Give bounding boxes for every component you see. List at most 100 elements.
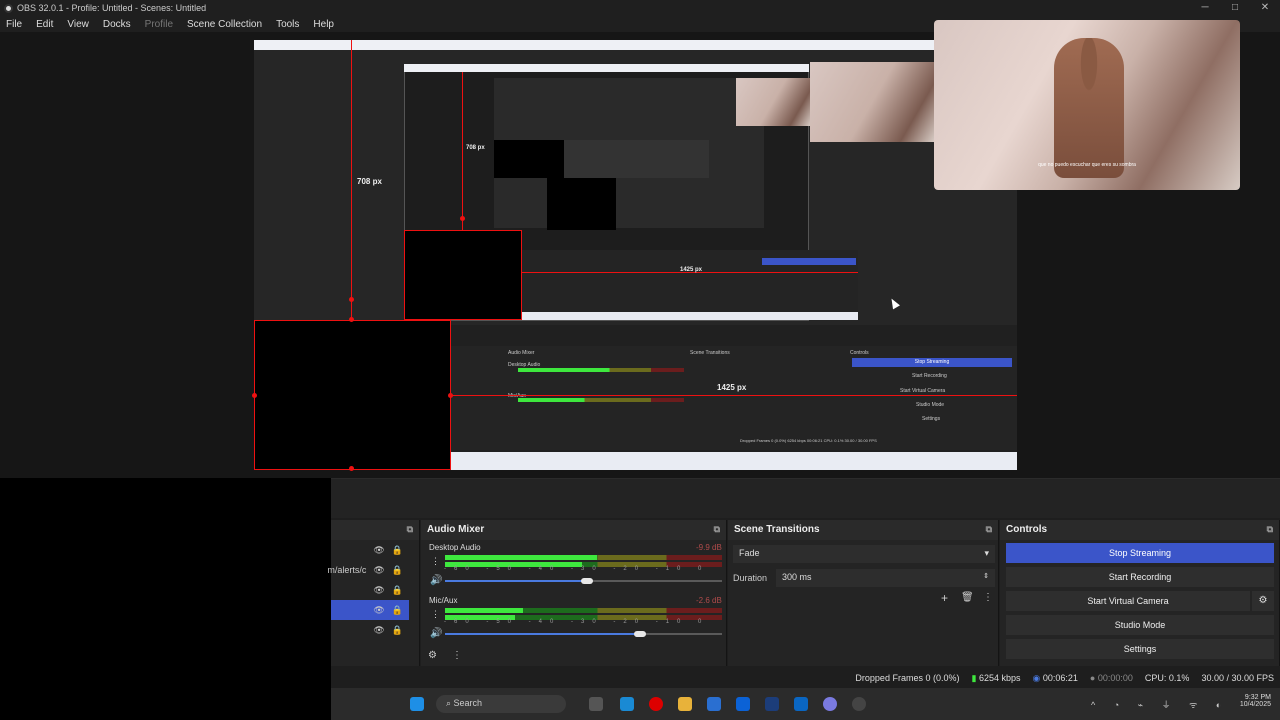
resize-handle[interactable] [349,466,354,471]
volume-slider-knob[interactable] [580,578,593,584]
outlook-icon[interactable] [794,697,808,711]
mixer-menu-icon[interactable]: ⋮ [452,650,462,661]
nested-audio-mixer-title: Audio Mixer [508,350,535,356]
visibility-eye-icon[interactable]: 👁 [373,585,384,596]
channel-menu-icon[interactable]: ⋮ [431,556,440,567]
menu-view[interactable]: View [67,19,89,30]
popout-icon[interactable]: ⧉ [1267,524,1273,536]
lock-icon[interactable]: 🔒 [392,625,403,636]
cpu-usage: CPU: 0.1% [1144,673,1190,683]
visibility-eye-icon[interactable]: 👁 [373,545,384,556]
window-controls: ─ □ ✕ [1190,0,1280,16]
menu-profile[interactable]: Profile [145,19,173,30]
studio-mode-button[interactable]: Studio Mode [1006,615,1274,635]
maximize-button[interactable]: □ [1220,0,1250,16]
lock-icon[interactable]: 🔒 [392,585,403,596]
transition-menu-icon[interactable]: ⋮ [983,592,993,603]
lock-icon[interactable]: 🔒 [392,605,403,616]
add-transition-icon[interactable]: + [941,591,948,605]
source-row[interactable]: 👁 🔒 [331,580,409,600]
rec-time: ● 00:00:00 [1090,673,1133,683]
channel-db: -9.9 dB [696,543,722,552]
source-row[interactable]: 👁 🔒 [331,540,409,560]
dropbox-icon[interactable] [736,697,750,711]
spinner-icon[interactable]: ⇕ [983,572,989,580]
lock-icon[interactable]: 🔒 [392,545,403,556]
resize-handle[interactable] [460,216,465,221]
source-row-selected[interactable]: 👁 🔒 [331,600,409,620]
system-tray[interactable]: ^ ◔ ⌁ ⏚ ᯤ ◐ [1091,698,1229,711]
stop-streaming-button[interactable]: Stop Streaming [1006,543,1274,563]
resize-handle[interactable] [349,297,354,302]
menu-tools[interactable]: Tools [276,19,299,30]
app-icon[interactable] [765,697,779,711]
stream-icon: ◉ [1032,672,1041,683]
nested-black-block-3 [494,140,564,178]
popout-icon[interactable]: ⧉ [407,524,413,536]
selected-source-box[interactable] [254,320,451,470]
dock-toolbar-strip [331,478,1280,518]
popout-icon[interactable]: ⧉ [714,524,720,536]
speaker-icon[interactable]: 🔊 [430,575,442,586]
start-recording-button[interactable]: Start Recording [1006,567,1274,587]
nested-black-block [547,178,616,230]
audio-mixer-dock: Audio Mixer ⧉ [421,520,727,666]
trash-icon[interactable]: 🗑 [961,592,974,603]
visibility-eye-icon[interactable]: 👁 [373,565,384,576]
settings-button[interactable]: Settings [1006,639,1274,659]
duration-input[interactable]: 300 ms ⇕ [776,569,995,587]
close-button[interactable]: ✕ [1250,0,1280,16]
lower-left-area [0,478,331,720]
discord-icon[interactable] [823,697,837,711]
folder-icon[interactable] [678,697,692,711]
windows-start-icon[interactable] [410,697,424,711]
stream-time: ◉ 00:06:21 [1032,673,1077,684]
nested-meter-1 [518,368,684,372]
virtual-camera-settings-icon[interactable]: ⚙ [1252,591,1274,611]
mixer-settings-icon[interactable]: ⚙ [428,650,437,661]
search-placeholder: Search [453,698,483,708]
lock-icon[interactable]: 🔒 [392,565,403,576]
menu-file[interactable]: File [6,19,22,30]
clock[interactable]: 9:32 PM 10/4/2025 [1221,694,1271,708]
nested-title-bar-2 [404,64,809,72]
visibility-eye-icon[interactable]: 👁 [373,625,384,636]
menu-help[interactable]: Help [313,19,334,30]
visibility-eye-icon[interactable]: 👁 [373,605,384,616]
taskbar-search[interactable]: ⌕ Search [436,695,566,713]
taskbar: ⌕ Search ^ ◔ ⌁ ⏚ ᯤ ◐ 9:32 PM 10/4/2025 [331,688,1280,720]
resize-handle[interactable] [252,393,257,398]
transition-select[interactable]: Fade ▾ [733,545,995,563]
volume-slider-fill [445,633,640,635]
opera-icon[interactable] [649,697,663,711]
source-row[interactable]: 👁 🔒 [331,620,409,640]
bitrate: ▮ 6254 kbps [971,673,1020,684]
search-icon: ⌕ [446,698,454,708]
nested-webcam-thumbnail-2 [736,78,810,126]
speaker-icon[interactable]: 🔊 [430,628,442,639]
webcam-source[interactable]: que no puedo escuchar que eres su sombra [934,20,1240,190]
obs-taskbar-icon[interactable] [852,697,866,711]
volume-meter-level [445,608,523,613]
edge-icon[interactable] [620,697,634,711]
resize-handle[interactable] [349,317,354,322]
start-virtual-camera-button[interactable]: Start Virtual Camera [1006,591,1250,611]
menu-edit[interactable]: Edit [36,19,53,30]
minimize-button[interactable]: ─ [1190,0,1220,16]
scene-transitions-header: Scene Transitions ⧉ [728,520,998,540]
source-row[interactable]: m/alerts/c 👁 🔒 [327,560,409,580]
webcam-person [1054,38,1124,178]
width-guide-line [451,395,1017,396]
nested-status: Dropped Frames 0 (0.0%) 6254 kbps 00:06:… [740,438,877,443]
selected-source-box-2[interactable] [404,230,522,320]
controls-title: Controls [1006,524,1048,535]
resize-handle[interactable] [448,393,453,398]
nested-start-recording: Start Recording [912,373,947,379]
menu-scene-collection[interactable]: Scene Collection [187,19,262,30]
channel-menu-icon[interactable]: ⋮ [431,609,440,620]
volume-slider-knob[interactable] [634,631,646,637]
popout-icon[interactable]: ⧉ [986,524,992,536]
menu-docks[interactable]: Docks [103,19,131,30]
task-view-icon[interactable] [589,697,603,711]
store-icon[interactable] [707,697,721,711]
